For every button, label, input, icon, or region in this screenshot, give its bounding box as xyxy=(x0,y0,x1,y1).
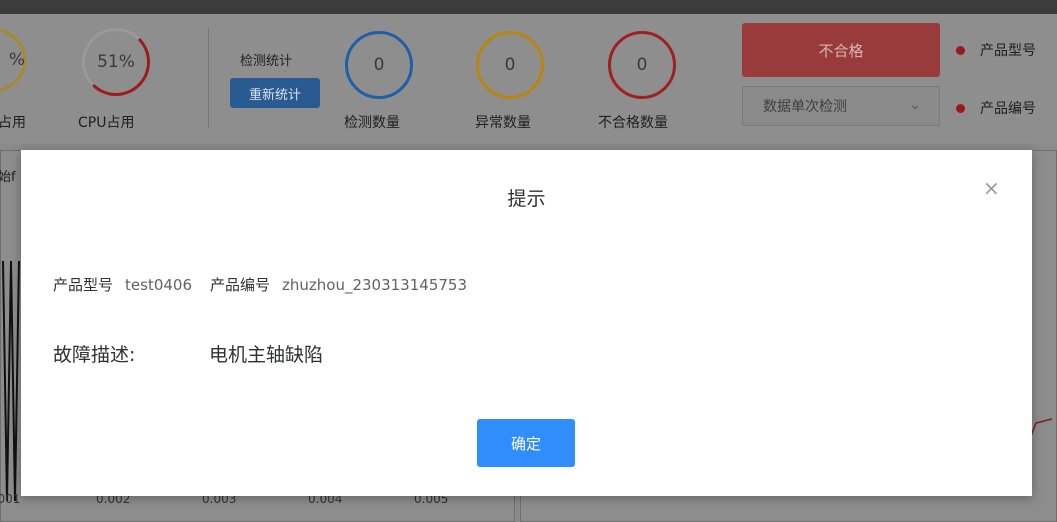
confirm-button[interactable]: 确定 xyxy=(477,419,575,467)
product-info-row: 产品型号 test0406 产品编号 zhuzhou_230313145753 xyxy=(53,274,485,295)
mode-select-value: 数据单次检测 xyxy=(763,99,847,115)
product-model-value: test0406 xyxy=(125,276,192,294)
product-no-value: zhuzhou_230313145753 xyxy=(282,276,467,294)
fault-description-label: 故障描述: xyxy=(53,344,136,366)
fail-count-value: 0 xyxy=(636,55,648,75)
product-no-label: 产品编号 xyxy=(210,276,271,294)
detect-stats-label: 检测统计 xyxy=(240,54,293,69)
side-label-product-no: 产品编号 xyxy=(980,101,1036,117)
refresh-stats-button[interactable]: 重新统计 xyxy=(230,78,320,108)
detect-count-label: 检测数量 xyxy=(344,115,400,131)
chevron-down-icon: ⌄ xyxy=(909,97,921,113)
abnormal-count-label: 异常数量 xyxy=(475,115,531,131)
abnormal-count-value: 0 xyxy=(504,55,516,75)
chart-title-fragment: 始f xyxy=(0,170,16,185)
side-label-product-model: 产品型号 xyxy=(980,43,1036,59)
dialog-title: 提示 xyxy=(507,188,546,210)
top-bar xyxy=(0,0,1057,14)
result-badge: 不合格 xyxy=(742,23,940,77)
waveform-lines xyxy=(2,260,20,502)
x-tick: 0.001 xyxy=(0,492,21,506)
detect-count-gauge: 0 xyxy=(345,31,413,99)
status-dot-icon xyxy=(956,104,965,113)
status-dot-icon xyxy=(956,46,965,55)
mode-select[interactable]: 数据单次检测 ⌄ xyxy=(742,86,940,126)
alert-dialog: 提示 × 产品型号 test0406 产品编号 zhuzhou_23031314575… xyxy=(21,150,1032,496)
product-model-label: 产品型号 xyxy=(53,276,114,294)
fail-count-label: 不合格数量 xyxy=(598,115,668,131)
abnormal-count-gauge: 0 xyxy=(476,31,544,99)
cpu-gauge: 51% xyxy=(82,28,150,96)
detect-count-value: 0 xyxy=(373,55,385,75)
cpu-value: 51% xyxy=(97,52,135,72)
close-icon[interactable]: × xyxy=(983,176,1000,200)
memory-value: % xyxy=(8,50,26,70)
cpu-label: CPU占用 xyxy=(78,115,135,131)
fault-description-value: 电机主轴缺陷 xyxy=(209,344,324,366)
memory-label: 占用 xyxy=(0,115,26,131)
stats-divider xyxy=(208,28,209,128)
fail-count-gauge: 0 xyxy=(608,31,676,99)
